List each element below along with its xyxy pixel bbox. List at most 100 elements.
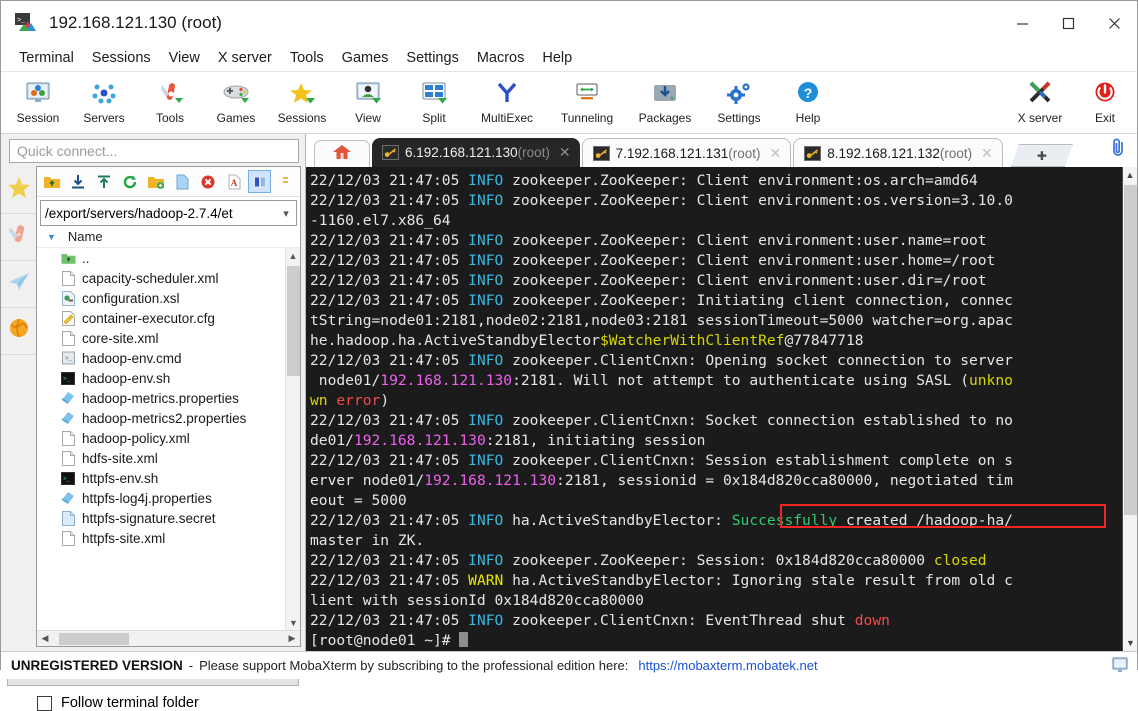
svg-text:?: ? — [804, 85, 813, 101]
hscroll-right-button[interactable]: ▶ — [284, 633, 300, 644]
sftp-path-bar[interactable]: /export/servers/hadoop-2.7.4/et ▾ — [40, 200, 297, 226]
tab-7-close-icon[interactable]: ✕ — [770, 145, 782, 162]
toolbar-button-view[interactable]: View — [335, 76, 401, 125]
file-list-item[interactable]: httpfs-signature.secret — [37, 508, 300, 528]
new-folder-icon[interactable] — [144, 170, 167, 193]
home-tab[interactable] — [314, 140, 370, 167]
file-list-item[interactable]: hadoop-metrics.properties — [37, 388, 300, 408]
file-list-item[interactable]: >_ httpfs-env.sh — [37, 468, 300, 488]
xml-file-icon — [59, 430, 77, 446]
file-list-item[interactable]: container-executor.cfg — [37, 308, 300, 328]
file-list-item[interactable]: hadoop-policy.xml — [37, 428, 300, 448]
quick-connect-input[interactable]: Quick connect... — [9, 139, 299, 163]
file-list-item[interactable]: core-site.xml — [37, 328, 300, 348]
file-list-scrollbar[interactable]: ▲ ▼ — [285, 248, 300, 630]
upload-icon[interactable] — [92, 170, 115, 193]
mobaxterm-link[interactable]: https://mobaxterm.mobatek.net — [638, 658, 817, 673]
toolbar-button-packages[interactable]: Packages — [627, 76, 703, 125]
sidebar-rail-globe[interactable] — [1, 308, 36, 355]
delete-icon[interactable] — [196, 170, 219, 193]
terminal-scroll-up-button[interactable]: ▲ — [1123, 167, 1137, 183]
menu-macros[interactable]: Macros — [468, 48, 534, 68]
sidebar-rail-favorites[interactable] — [1, 167, 36, 214]
file-list-item[interactable]: hadoop-metrics2.properties — [37, 408, 300, 428]
terminal-output[interactable]: 22/12/03 21:47:05 INFO zookeeper.ZooKeep… — [306, 167, 1122, 651]
toolbar-button-tools[interactable]: Tools — [137, 76, 203, 125]
toolbar-button-session[interactable]: Session — [5, 76, 71, 125]
terminal-span: :2181, sessionid = 0x184d820cca80000, ne… — [556, 472, 1013, 489]
toolbar-button-split[interactable]: Split — [401, 76, 467, 125]
file-list-hscrollbar[interactable]: ◀ ▶ — [37, 630, 300, 646]
menu-sessions[interactable]: Sessions — [83, 48, 160, 68]
menu-games[interactable]: Games — [333, 48, 398, 68]
sidebar-rail-send[interactable] — [1, 261, 36, 308]
go-up-folder-icon[interactable] — [40, 170, 63, 193]
file-list-item[interactable]: hdfs-site.xml — [37, 448, 300, 468]
menu-help[interactable]: Help — [533, 48, 581, 68]
menu-terminal[interactable]: Terminal — [10, 48, 83, 68]
follow-terminal-checkbox[interactable] — [37, 695, 52, 711]
hscroll-thumb[interactable] — [59, 632, 129, 645]
scroll-thumb[interactable] — [287, 266, 300, 376]
monitor-icon[interactable] — [1112, 657, 1128, 679]
hscroll-left-button[interactable]: ◀ — [37, 633, 53, 644]
terminal-span-info: INFO — [468, 232, 504, 249]
menu-settings[interactable]: Settings — [397, 48, 467, 68]
follow-terminal-folder-row[interactable]: Follow terminal folder — [37, 695, 305, 711]
text-format-icon[interactable]: A — [222, 170, 245, 193]
tab-session-6[interactable]: 6. 192.168.121.130 (root) ✕ — [372, 138, 580, 167]
new-file-icon[interactable] — [170, 170, 193, 193]
close-button[interactable] — [1091, 1, 1137, 45]
terminal-span-red: down — [854, 612, 890, 629]
terminal-scrollbar[interactable]: ▲ ▼ — [1122, 167, 1137, 651]
file-list-header[interactable]: ▼ Name — [37, 226, 300, 248]
menu-x-server[interactable]: X server — [209, 48, 281, 68]
toolbar-button-exit[interactable]: Exit — [1077, 76, 1133, 125]
toolbar-button-help[interactable]: ? Help — [775, 76, 841, 125]
file-list-item[interactable]: .. — [37, 248, 300, 268]
file-list-item[interactable]: configuration.xsl — [37, 288, 300, 308]
terminal-span: 22/12/03 21:47:05 — [310, 452, 469, 469]
download-icon[interactable] — [66, 170, 89, 193]
toolbar-button-sessions[interactable]: Sessions — [269, 76, 335, 125]
refresh-icon[interactable] — [118, 170, 141, 193]
terminal-span: 22/12/03 21:47:05 — [310, 272, 469, 289]
new-tab-button[interactable]: ✚ — [1011, 144, 1073, 167]
file-list-item[interactable]: >_ hadoop-env.sh — [37, 368, 300, 388]
toolbar-button-servers[interactable]: Servers — [71, 76, 137, 125]
menu-tools[interactable]: Tools — [281, 48, 333, 68]
tab-session-8[interactable]: 8. 192.168.121.132 (root) ✕ — [793, 138, 1003, 167]
file-list-item[interactable]: httpfs-site.xml — [37, 528, 300, 548]
toolbar-button-multiexec[interactable]: MultiExec — [467, 76, 547, 125]
menu-view[interactable]: View — [160, 48, 209, 68]
terminal-view[interactable]: 22/12/03 21:47:05 INFO zookeeper.ZooKeep… — [306, 167, 1137, 651]
file-list-item[interactable]: httpfs-log4j.properties — [37, 488, 300, 508]
terminal-span-info: INFO — [468, 612, 504, 629]
maximize-button[interactable] — [1045, 1, 1091, 45]
terminal-scroll-down-button[interactable]: ▼ — [1123, 635, 1138, 651]
terminal-span: 22/12/03 21:47:05 — [310, 232, 469, 249]
toolbar-button-x-server[interactable]: X server — [1003, 76, 1077, 125]
tab-8-close-icon[interactable]: ✕ — [981, 145, 993, 162]
file-list-item[interactable]: capacity-scheduler.xml — [37, 268, 300, 288]
ssh-key-icon — [382, 145, 399, 160]
scroll-down-button[interactable]: ▼ — [286, 615, 300, 630]
toolbar-button-settings[interactable]: Settings — [703, 76, 775, 125]
minimize-button[interactable] — [999, 1, 1045, 45]
more-tools-icon[interactable] — [274, 170, 297, 193]
toolbar-button-tunneling[interactable]: Tunneling — [547, 76, 627, 125]
terminal-line: -1160.el7.x86_64 — [310, 211, 1122, 231]
tab-session-7[interactable]: 7. 192.168.121.131 (root) ✕ — [581, 138, 792, 167]
terminal-scroll-thumb[interactable] — [1124, 185, 1137, 515]
tab-6-close-icon[interactable]: ✕ — [559, 144, 571, 161]
chevron-down-icon[interactable]: ▾ — [276, 207, 296, 220]
sidebar-rail-tools[interactable]: + — [1, 214, 36, 261]
scroll-up-button[interactable]: ▲ — [286, 248, 300, 263]
file-list[interactable]: .. capacity-scheduler.xml configuration.xs… — [37, 248, 300, 630]
file-view-icon[interactable] — [248, 170, 271, 193]
terminal-span-info: INFO — [468, 352, 504, 369]
terminal-span: 22/12/03 21:47:05 — [310, 192, 469, 209]
paperclip-icon[interactable] — [1109, 137, 1127, 162]
toolbar-button-games[interactable]: Games — [203, 76, 269, 125]
file-list-item[interactable]: >_ hadoop-env.cmd — [37, 348, 300, 368]
